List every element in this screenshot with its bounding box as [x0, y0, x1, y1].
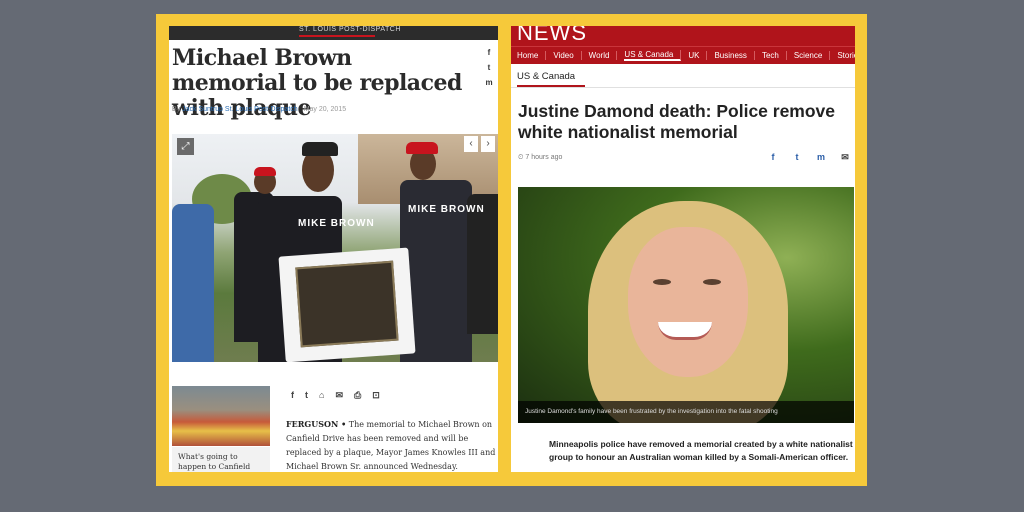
byline-prefix: By: [172, 106, 183, 113]
bookmark-icon[interactable]: ⊡: [372, 390, 380, 404]
byline: By Jack Suntrup St. Louis Post-Dispatch M…: [172, 106, 346, 113]
home-icon[interactable]: ⌂: [319, 390, 324, 404]
masthead-underline: [299, 35, 375, 37]
print-icon[interactable]: ⎙: [354, 390, 361, 404]
post-dispatch-article: ST. LOUIS POST-DISPATCH Michael Brown me…: [169, 26, 498, 472]
twitter-icon[interactable]: t: [791, 152, 803, 163]
photo-caption: Justine Damond's family have been frustr…: [518, 401, 854, 423]
article-headline: Justine Damond death: Police remove whit…: [518, 101, 836, 142]
nav-home[interactable]: Home: [517, 51, 547, 60]
facebook-icon[interactable]: f: [291, 390, 294, 404]
article-intro: Minneapolis police have removed a memori…: [549, 439, 853, 462]
related-caption[interactable]: What's going to happen to Canfield Green: [172, 447, 270, 472]
share-column: f t m: [484, 48, 494, 93]
bbc-header: NEWS: [511, 26, 855, 46]
shirt-text: MIKE BROWN: [298, 218, 375, 229]
facebook-icon[interactable]: f: [767, 152, 779, 163]
article-toolbar: f t ⌂ ✉ ⎙ ⊡: [291, 390, 431, 404]
bbc-article: NEWS Home Video World US & Canada UK Bus…: [511, 26, 855, 472]
masthead-text: ST. LOUIS POST-DISPATCH: [299, 26, 401, 33]
section-underline: [517, 85, 585, 87]
nav-business[interactable]: Business: [714, 51, 755, 60]
related-thumbnail[interactable]: [172, 386, 270, 446]
twitter-icon[interactable]: t: [305, 390, 308, 404]
person-left: [172, 204, 214, 362]
email-icon[interactable]: ✉: [839, 152, 851, 163]
expand-icon[interactable]: ⤢: [177, 138, 194, 155]
bbc-nav: Home Video World US & Canada UK Business…: [511, 46, 855, 64]
twitter-icon[interactable]: t: [484, 63, 494, 78]
next-arrow-icon[interactable]: ›: [481, 136, 495, 152]
dateline: FERGUSON •: [286, 419, 347, 429]
share-row: f t m ✉: [767, 152, 851, 163]
nav-video[interactable]: Video: [553, 51, 582, 60]
nav-uk[interactable]: UK: [688, 51, 708, 60]
portrait-photo[interactable]: Justine Damond's family have been frustr…: [518, 187, 854, 423]
author-link[interactable]: Jack Suntrup St. Louis Post-Dispatch: [182, 106, 298, 113]
facebook-icon[interactable]: f: [484, 48, 494, 63]
publish-date: May 20, 2015: [303, 106, 347, 113]
nav-stories[interactable]: Stories: [837, 51, 855, 60]
section-label[interactable]: US & Canada: [517, 71, 575, 82]
shirt-text: MIKE BROWN: [408, 204, 485, 215]
bbc-news-logo[interactable]: NEWS: [517, 26, 587, 46]
nav-tech[interactable]: Tech: [762, 51, 787, 60]
nav-world[interactable]: World: [589, 51, 618, 60]
email-icon[interactable]: ✉: [335, 390, 343, 404]
article-body: FERGUSON • The memorial to Michael Brown…: [286, 417, 498, 472]
timestamp: ⏲ 7 hours ago: [518, 154, 563, 161]
nav-us-canada[interactable]: US & Canada: [624, 50, 682, 61]
plaque: [278, 247, 416, 362]
memorial-photo[interactable]: MIKE BROWN MIKE BROWN ⤢ ‹ ›: [172, 134, 498, 362]
messenger-icon[interactable]: m: [815, 152, 827, 163]
section-bar: US & Canada: [511, 66, 855, 88]
masthead-bar: ST. LOUIS POST-DISPATCH: [169, 26, 498, 40]
prev-arrow-icon[interactable]: ‹: [464, 136, 478, 152]
nav-science[interactable]: Science: [794, 51, 831, 60]
email-icon[interactable]: m: [484, 78, 494, 93]
